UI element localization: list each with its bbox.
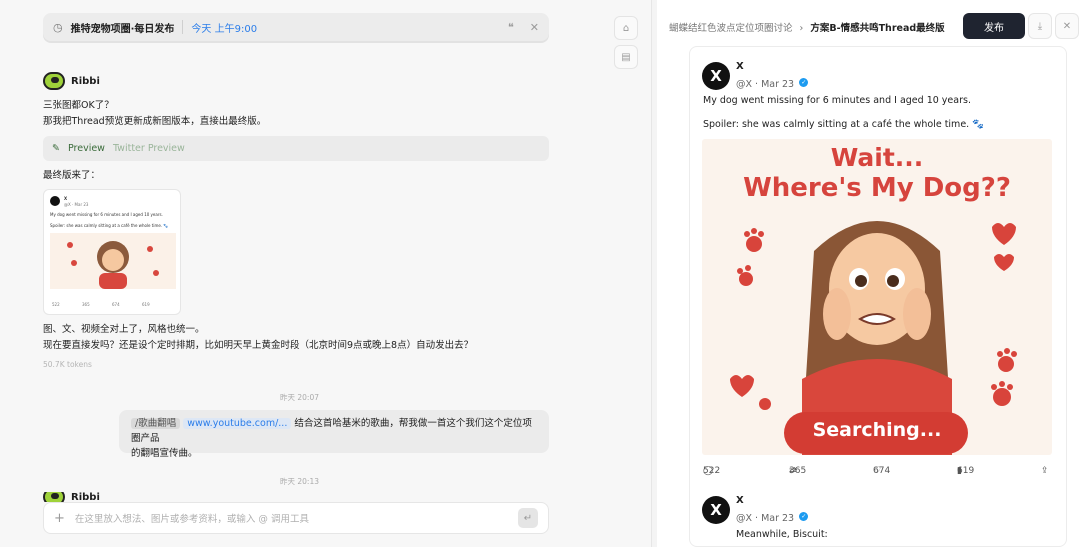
doc-icon[interactable]: ▤ <box>614 45 638 69</box>
thumb-line: My dog went missing for 6 minutes and I … <box>50 212 163 217</box>
x-logo-icon: X <box>702 496 730 524</box>
timestamp: 昨天 20:07 <box>280 393 319 402</box>
illustration <box>730 221 1017 455</box>
like-count: 674 <box>873 466 891 476</box>
user-text: 的翻唱宣传曲。 <box>131 448 198 459</box>
preview-bar[interactable]: ✎ Preview Twitter Preview <box>43 136 549 161</box>
quote-icon[interactable]: ❝ <box>508 21 514 34</box>
banner-schedule: 今天 上午9:00 <box>191 23 258 35</box>
post-name: X <box>736 495 744 506</box>
x-logo-icon: X <box>702 62 730 90</box>
reply-count: 522 <box>703 466 721 476</box>
youtube-link[interactable]: www.youtube.com/... <box>183 418 292 429</box>
sender-name: Ribbi <box>71 75 100 87</box>
sender: Ribbi <box>43 72 100 90</box>
searching-banner: Searching... <box>812 419 942 441</box>
token-count: 50.7K tokens <box>43 360 92 369</box>
plus-icon[interactable]: + <box>54 511 65 526</box>
command-tag[interactable]: /歌曲翻唱 <box>131 418 181 429</box>
banner-title: 推特宠物项圈·每日发布 <box>70 23 175 35</box>
chevron-right-icon: › <box>799 23 804 34</box>
post-handle: @X · Mar 23 <box>736 513 795 524</box>
publish-button[interactable]: 发布 <box>963 13 1025 39</box>
avatar <box>43 72 65 90</box>
breadcrumb-current: 方案B-情感共鸣Thread最终版 <box>810 23 945 34</box>
divider <box>182 20 184 34</box>
breadcrumb: 蝴蝶结红色波点定位项圈讨论 › 方案B-情感共鸣Thread最终版 <box>669 20 945 34</box>
thumb-stat: 674 <box>112 302 120 307</box>
post-name: X <box>736 61 744 72</box>
close-icon[interactable]: ✕ <box>1055 13 1079 39</box>
message-line: 三张图都OK了？ <box>43 100 114 111</box>
post-header: X X @X · Mar 23 ✓ <box>702 495 809 525</box>
download-icon[interactable]: ⤓ <box>1028 13 1052 39</box>
avatar <box>43 492 65 502</box>
post-text: My dog went missing for 6 minutes and I … <box>703 95 971 106</box>
repost-count: 365 <box>789 466 807 476</box>
thumb-image <box>50 233 176 289</box>
preview-label: Preview <box>67 143 105 154</box>
post-text: Meanwhile, Biscuit: <box>736 529 828 540</box>
user-message: /歌曲翻唱 www.youtube.com/... 结合这首哈基米的歌曲，帮我做… <box>119 410 549 459</box>
final-label: 最终版来了： <box>43 170 101 181</box>
message-line: 现在要直接发吗？还是设个定时排期，比如明天早上黄金时段（北京时间9点或晚上8点）… <box>43 340 474 351</box>
preview-thumbnail[interactable]: X @X · Mar 23 My dog went missing for 6 … <box>43 189 181 315</box>
chat-pane: ◷ 推特宠物项圈·每日发布 今天 上午9:00 ❝ ✕ ⌂ ▤ Ribbi 三张… <box>0 0 652 547</box>
thread-preview: X X @X · Mar 23 ✓ My dog went missing fo… <box>689 46 1067 547</box>
sender: Ribbi <box>43 492 100 502</box>
post-text: Spoiler: she was calmly sitting at a caf… <box>703 119 985 130</box>
thumb-name: X <box>64 196 68 201</box>
send-icon[interactable]: ↵ <box>518 508 538 528</box>
message-line: 那我把Thread预览更新成新图版本，直接出最终版。 <box>43 116 267 127</box>
timestamp: 昨天 20:13 <box>280 477 319 486</box>
preview-pane: 蝴蝶结红色波点定位项圈讨论 › 方案B-情感共鸣Thread最终版 发布 ⤓ ✕… <box>657 0 1080 547</box>
pencil-icon: ✎ <box>52 143 60 154</box>
thumb-stat: 365 <box>82 302 90 307</box>
chat-input[interactable]: + 在这里放入想法、图片或参考资料，或输入 @ 调用工具 ↵ <box>43 502 549 534</box>
schedule-banner[interactable]: ◷ 推特宠物项圈·每日发布 今天 上午9:00 ❝ ✕ <box>43 13 549 41</box>
message-line: 图、文、视频全对上了，风格也统一。 <box>43 324 205 335</box>
breadcrumb-parent[interactable]: 蝴蝶结红色波点定位项圈讨论 <box>669 23 793 34</box>
sender-name: Ribbi <box>71 492 100 502</box>
thumb-line: Spoiler: she was calmly sitting at a caf… <box>50 223 169 228</box>
view-count: 619 <box>957 466 975 476</box>
post-header: X X @X · Mar 23 ✓ <box>702 61 809 91</box>
post-image: Wait... Where's My Dog?? Searching... <box>702 139 1052 455</box>
x-logo-icon <box>50 196 60 206</box>
verified-icon: ✓ <box>799 512 809 521</box>
input-placeholder: 在这里放入想法、图片或参考资料，或输入 @ 调用工具 <box>74 514 309 525</box>
clock-icon: ◷ <box>53 20 63 34</box>
bag-icon[interactable]: ⌂ <box>614 16 638 40</box>
thumb-meta: @X · Mar 23 <box>64 202 89 207</box>
verified-icon: ✓ <box>799 78 809 87</box>
preview-sub: Twitter Preview <box>112 143 185 154</box>
close-icon[interactable]: ✕ <box>530 21 539 34</box>
post-handle: @X · Mar 23 <box>736 79 795 90</box>
thumb-stat: 619 <box>142 302 150 307</box>
share-icon[interactable]: ⇪ <box>1041 466 1049 476</box>
thumb-stat: 522 <box>52 302 60 307</box>
